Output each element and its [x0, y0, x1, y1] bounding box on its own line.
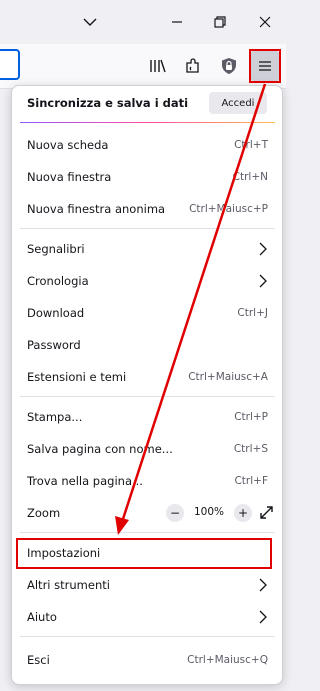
annotation-arrow: [115, 83, 267, 535]
